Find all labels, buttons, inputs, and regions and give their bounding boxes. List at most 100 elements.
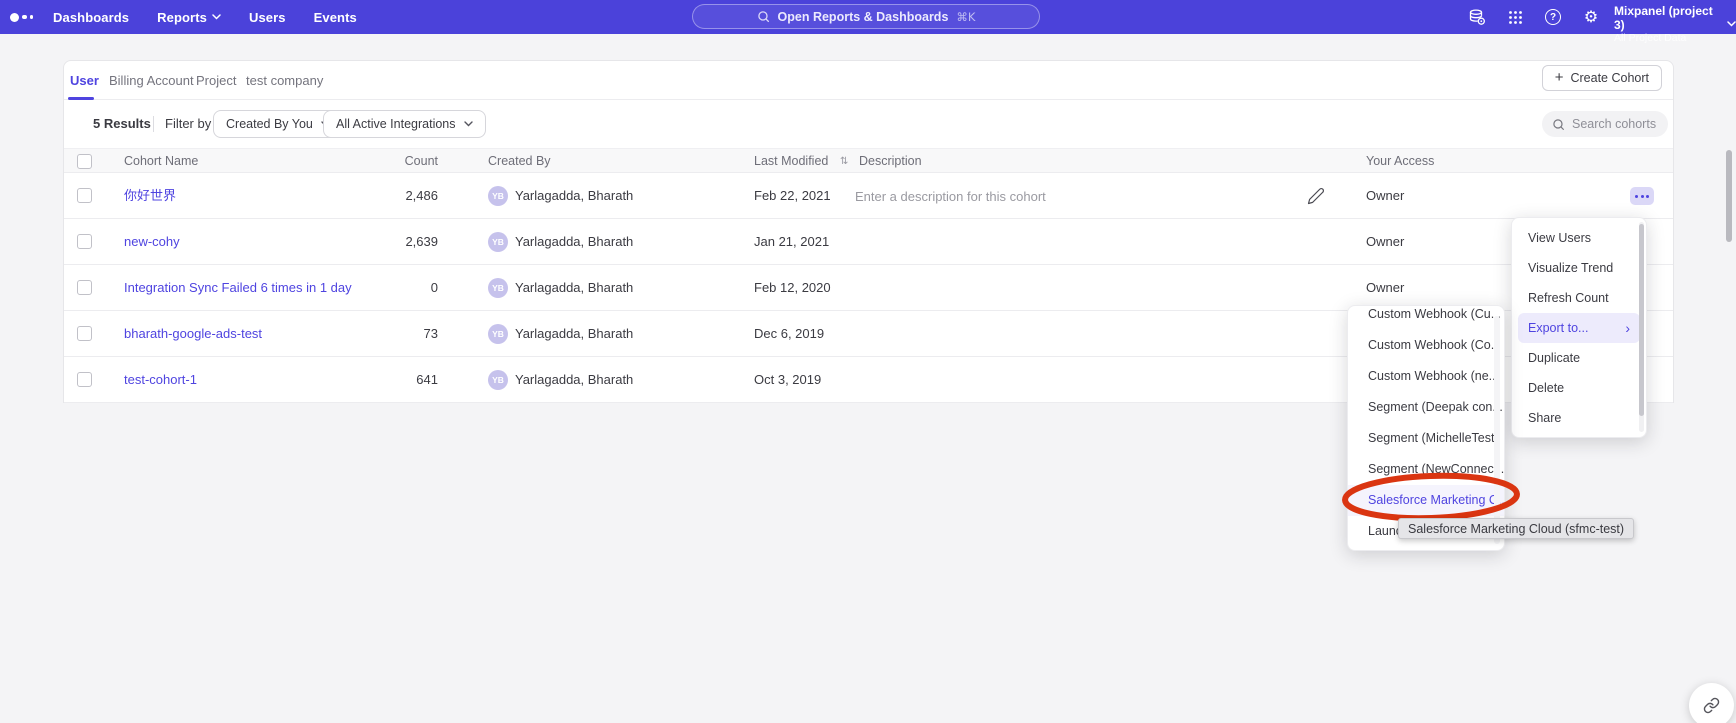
results-count: 5 Results (93, 100, 151, 148)
shortcut-hint: ⌘K (956, 10, 975, 24)
search-icon (1552, 118, 1565, 131)
row-checkbox[interactable] (77, 326, 92, 341)
top-navbar: Dashboards Reports Users Events Open Rep… (0, 0, 1736, 34)
mixpanel-logo-icon[interactable] (10, 0, 33, 34)
tab-test-company[interactable]: test company (246, 61, 323, 100)
menu-item-refresh-count[interactable]: Refresh Count (1512, 283, 1646, 313)
navbar-menu: Dashboards Reports Users Events (53, 0, 357, 34)
submenu-item-custom-webhook-2[interactable]: Custom Webhook (Co... (1348, 330, 1504, 361)
export-submenu: Custom Webhook (Cu... Custom Webhook (Co… (1347, 305, 1505, 551)
submenu-item-custom-webhook-3[interactable]: Custom Webhook (ne... (1348, 361, 1504, 392)
submenu-scrollbar[interactable] (1494, 316, 1500, 544)
description-input[interactable] (855, 182, 1155, 210)
col-cohort-name: Cohort Name (124, 149, 198, 174)
avatar: YB (488, 370, 508, 390)
last-modified-date: Feb 12, 2020 (754, 265, 831, 311)
global-search-bar[interactable]: Open Reports & Dashboards ⌘K (692, 4, 1040, 29)
logo-dot (10, 13, 19, 22)
tab-project[interactable]: Project (196, 61, 236, 100)
submenu-item-segment-1[interactable]: Segment (Deepak con... (1348, 392, 1504, 423)
divider (153, 116, 154, 132)
row-checkbox[interactable] (77, 372, 92, 387)
share-link-fab[interactable] (1689, 683, 1734, 723)
last-modified-date: Oct 3, 2019 (754, 357, 821, 403)
col-your-access: Your Access (1366, 149, 1434, 174)
row-checkbox[interactable] (77, 280, 92, 295)
tab-user[interactable]: User (70, 61, 99, 100)
submenu-item-custom-webhook-1[interactable]: Custom Webhook (Cu... (1348, 305, 1504, 330)
menu-item-delete[interactable]: Delete (1512, 373, 1646, 403)
submenu-item-segment-2[interactable]: Segment (MichelleTest) (1348, 423, 1504, 454)
last-modified-date: Jan 21, 2021 (754, 219, 829, 265)
plus-icon: + (1555, 70, 1564, 85)
row-actions-button[interactable] (1630, 187, 1654, 205)
tab-billing-account[interactable]: Billing Account (109, 61, 194, 100)
cohort-name-link[interactable]: test-cohort-1 (124, 357, 197, 403)
project-selector[interactable]: Mixpanel (project 3) All Project Data (1614, 4, 1736, 44)
cohort-name-link[interactable]: bharath-google-ads-test (124, 311, 262, 357)
logo-dot (30, 15, 34, 19)
chevron-down-icon (1727, 21, 1736, 27)
cohort-count: 641 (354, 357, 438, 403)
col-count: Count (354, 149, 438, 174)
submenu-item-segment-3[interactable]: Segment (NewConnec... (1348, 454, 1504, 485)
row-checkbox[interactable] (77, 188, 92, 203)
cohort-count: 2,639 (354, 219, 438, 265)
table-row: new-cohy 2,639 YB Yarlagadda, Bharath Ja… (64, 219, 1673, 265)
gear-glyph: ⚙ (1584, 9, 1598, 25)
nav-users-label: Users (249, 10, 286, 25)
dot (1641, 195, 1644, 198)
integrations-filter-dropdown[interactable]: All Active Integrations (323, 110, 486, 138)
dot (1646, 195, 1649, 198)
menu-item-share[interactable]: Share (1512, 403, 1646, 433)
apps-grid-icon[interactable] (1506, 8, 1524, 26)
create-cohort-label: Create Cohort (1570, 71, 1649, 85)
settings-gear-icon[interactable]: ⚙ (1582, 8, 1600, 26)
question-mark: ? (1545, 9, 1561, 25)
last-modified-date: Feb 22, 2021 (754, 173, 831, 219)
navbar-icons: ? ⚙ (1468, 0, 1600, 34)
submenu-item-salesforce-marketing-cloud[interactable]: Salesforce Marketing C... (1348, 485, 1504, 516)
integrations-filter-label: All Active Integrations (336, 117, 456, 131)
create-cohort-button[interactable]: + Create Cohort (1542, 65, 1662, 91)
row-checkbox[interactable] (77, 234, 92, 249)
menu-scrollbar-thumb[interactable] (1639, 224, 1644, 416)
cohort-count: 2,486 (354, 173, 438, 219)
export-to-label: Export to... (1528, 321, 1588, 335)
chevron-down-icon (212, 14, 221, 20)
sort-icon[interactable]: ⇅ (840, 149, 848, 174)
nav-events[interactable]: Events (314, 10, 357, 25)
access-level: Owner (1366, 173, 1404, 219)
created-by-name: Yarlagadda, Bharath (515, 219, 633, 265)
menu-scrollbar[interactable] (1639, 222, 1644, 432)
cohort-name-link[interactable]: Integration Sync Failed 6 times in 1 day (124, 265, 352, 311)
cohort-name-link[interactable]: new-cohy (124, 219, 180, 265)
table-header: Cohort Name Count Created By Last Modifi… (64, 148, 1673, 173)
search-cohorts-input[interactable] (1572, 117, 1662, 131)
project-selector-text: Mixpanel (project 3) All Project Data (1614, 4, 1717, 44)
edit-pencil-icon[interactable] (1307, 187, 1325, 205)
select-all-checkbox[interactable] (77, 154, 92, 169)
filter-toolbar: 5 Results Filter by Created By You All A… (64, 100, 1673, 148)
help-icon[interactable]: ? (1544, 8, 1562, 26)
menu-item-view-users[interactable]: View Users (1512, 223, 1646, 253)
dot (1635, 195, 1638, 198)
nav-reports[interactable]: Reports (157, 10, 221, 25)
submenu-scrollbar-thumb[interactable] (1726, 150, 1732, 242)
search-icon (757, 10, 770, 23)
cohort-name-link[interactable]: 你好世界 (124, 173, 176, 219)
menu-item-export-to[interactable]: Export to...› (1518, 313, 1640, 343)
created-by-name: Yarlagadda, Bharath (515, 357, 633, 403)
avatar: YB (488, 278, 508, 298)
row-actions-menu: View Users Visualize Trend Refresh Count… (1511, 217, 1647, 438)
menu-item-duplicate[interactable]: Duplicate (1512, 343, 1646, 373)
created-by-name: Yarlagadda, Bharath (515, 173, 633, 219)
menu-item-visualize-trend[interactable]: Visualize Trend (1512, 253, 1646, 283)
search-cohorts-field[interactable] (1542, 111, 1668, 137)
table-row: 你好世界 2,486 YB Yarlagadda, Bharath Feb 22… (64, 173, 1673, 219)
data-management-icon[interactable] (1468, 8, 1486, 26)
avatar: YB (488, 232, 508, 252)
nav-dashboards[interactable]: Dashboards (53, 10, 129, 25)
nav-users[interactable]: Users (249, 10, 286, 25)
access-level: Owner (1366, 219, 1404, 265)
